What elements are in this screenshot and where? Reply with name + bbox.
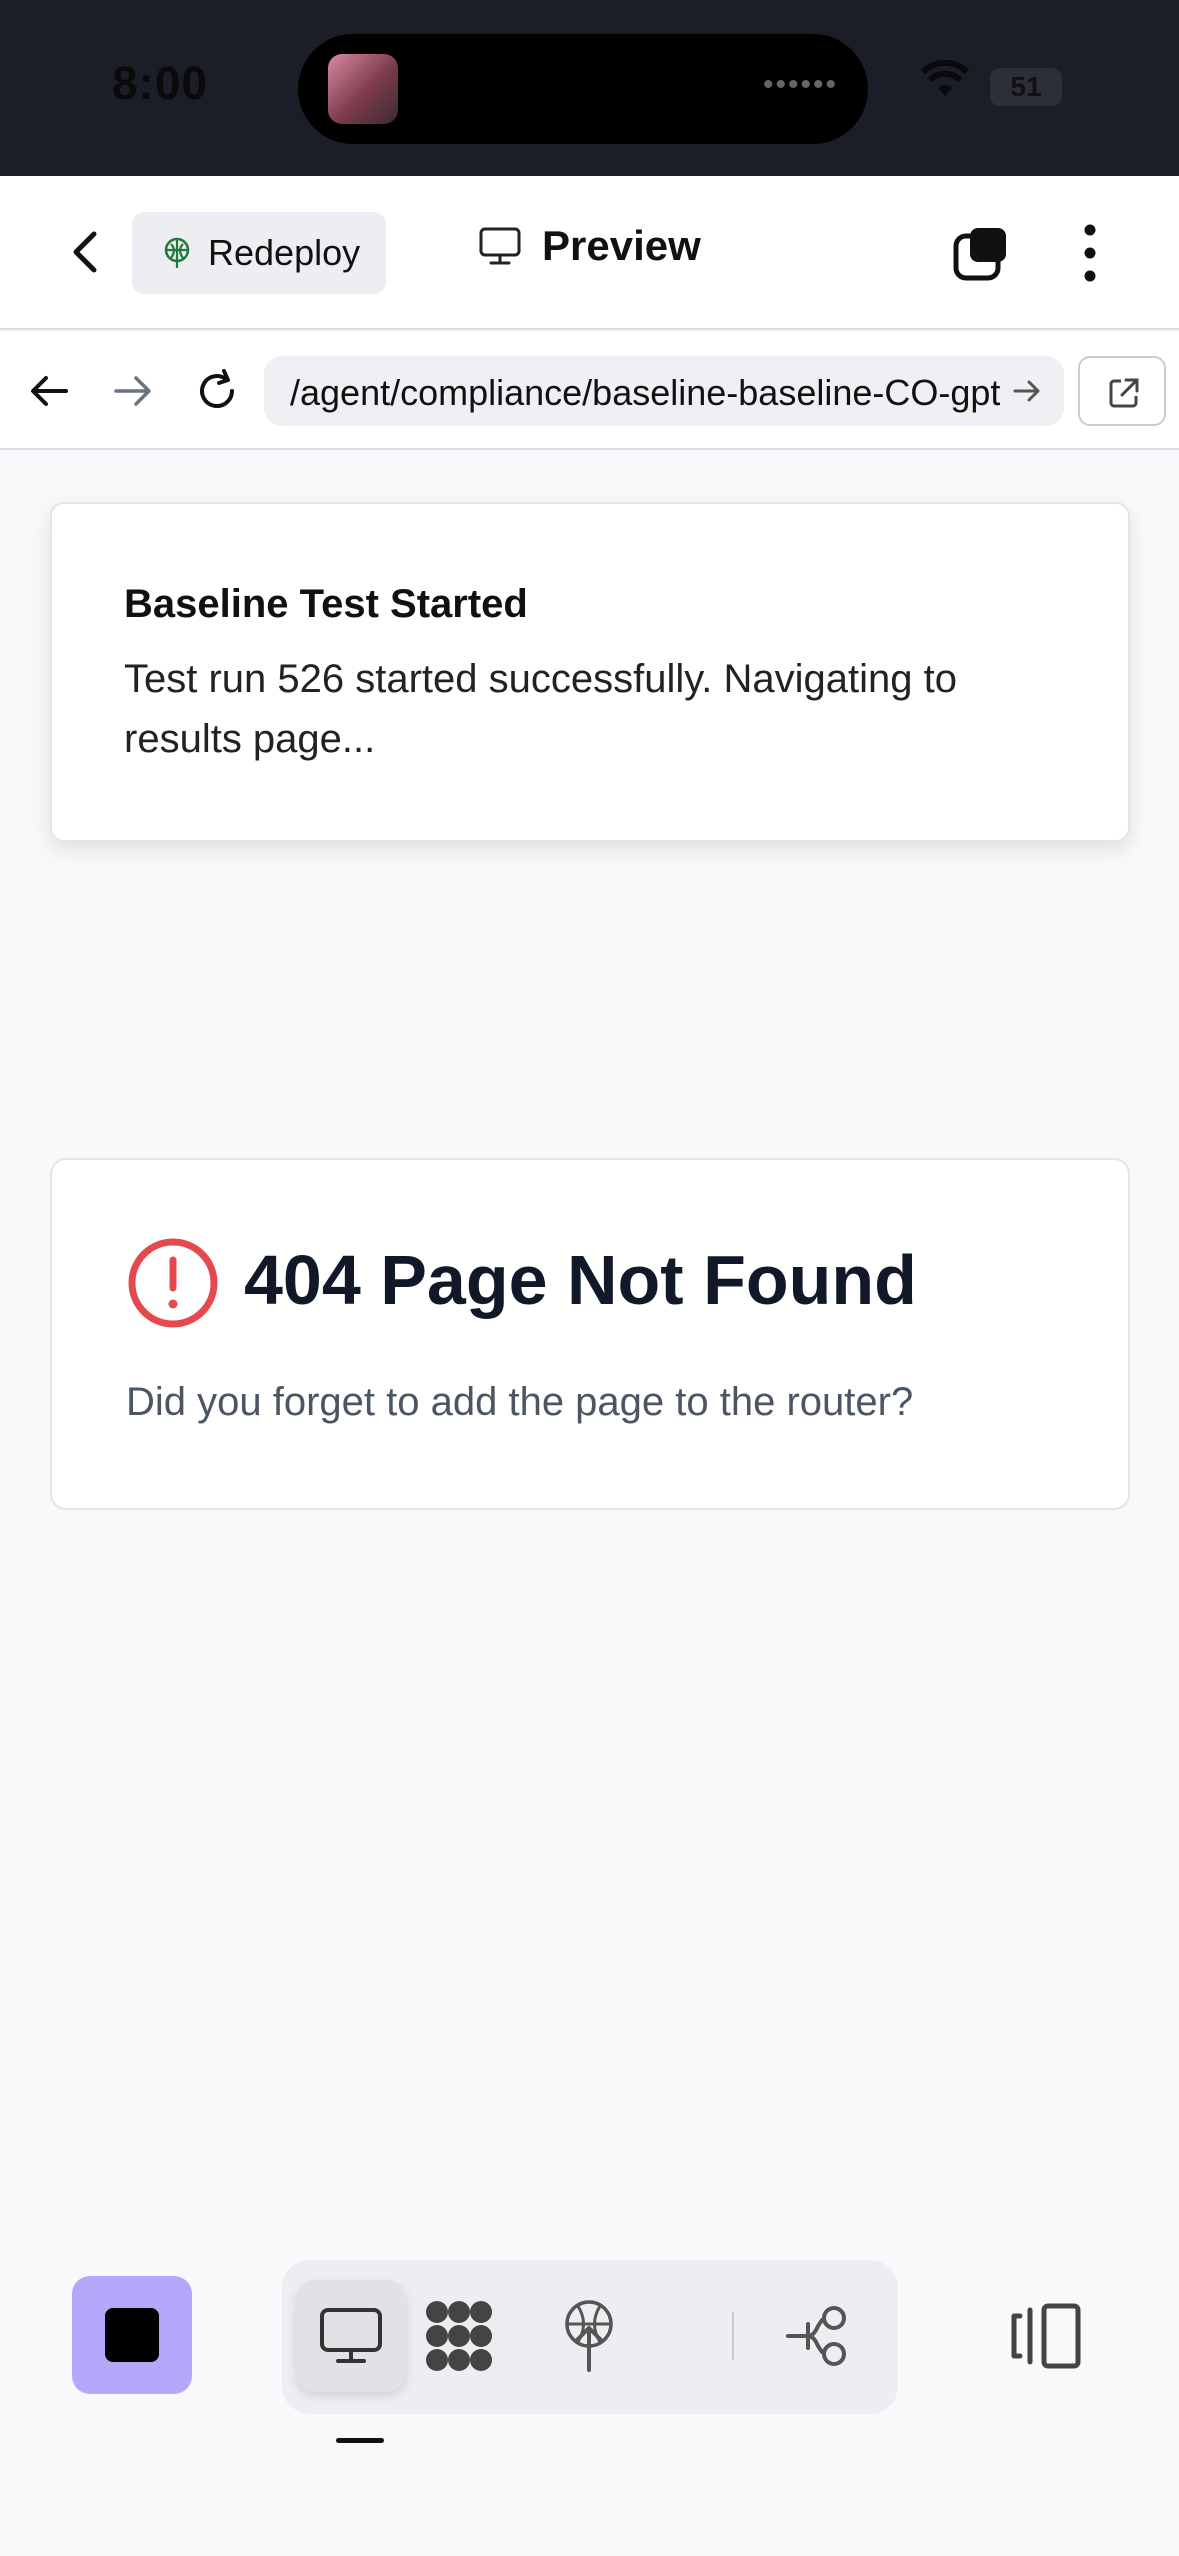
alert-circle-icon (128, 1238, 218, 1328)
now-playing-thumbnail (328, 54, 398, 124)
preview-tab[interactable]: Preview (478, 222, 701, 270)
toast-message: Test run 526 started successfully. Navig… (124, 657, 958, 761)
deploy-icon (565, 2300, 613, 2372)
toolbar-deploy-button[interactable] (534, 2280, 644, 2392)
not-found-card: 404 Page Not Found Did you forget to add… (50, 1158, 1130, 1510)
redeploy-button[interactable]: Redeploy (132, 212, 386, 294)
island-dots: •••••• (762, 68, 838, 101)
panel-icon[interactable] (1006, 2300, 1086, 2372)
reload-icon[interactable] (192, 366, 242, 416)
dynamic-island: •••••• (298, 34, 868, 144)
go-arrow-icon[interactable] (1010, 374, 1044, 408)
battery-indicator: 51 (990, 68, 1062, 106)
toast-notification: Baseline Test Started Test run 526 start… (50, 502, 1130, 842)
wifi-icon (920, 60, 970, 96)
status-bar: 8:00 •••••• 51 (0, 0, 1179, 176)
stop-button[interactable] (72, 2276, 192, 2394)
open-external-button[interactable] (1078, 356, 1166, 426)
browser-bar: /agent/compliance/baseline-baseline-CO-g… (0, 332, 1179, 450)
app-header: Redeploy Preview (0, 176, 1179, 330)
tabs-icon[interactable] (952, 224, 1012, 284)
url-text: /agent/compliance/baseline-baseline-CO-g… (290, 372, 1000, 413)
monitor-icon (320, 2308, 382, 2363)
bottom-toolbar (282, 2260, 898, 2414)
workflow-icon (786, 2306, 846, 2366)
toolbar-workflow-button[interactable] (764, 2280, 874, 2392)
status-time: 8:00 (112, 57, 209, 109)
preview-label: Preview (542, 222, 701, 269)
back-icon[interactable] (56, 222, 116, 282)
globe-icon (164, 237, 190, 268)
monitor-icon (479, 227, 521, 265)
url-field[interactable]: /agent/compliance/baseline-baseline-CO-g… (264, 356, 1064, 426)
more-icon[interactable] (1070, 220, 1110, 286)
toolbar-components-button[interactable] (404, 2280, 514, 2392)
active-tab-indicator (336, 2438, 384, 2443)
dots-grid-icon (426, 2301, 492, 2371)
toolbar-preview-button[interactable] (296, 2280, 406, 2392)
arrow-right-icon[interactable] (108, 366, 158, 416)
toolbar-divider (732, 2312, 734, 2360)
redeploy-label: Redeploy (208, 232, 361, 273)
not-found-subtitle: Did you forget to add the page to the ro… (126, 1380, 914, 1424)
toast-title: Baseline Test Started (124, 582, 528, 626)
not-found-title: 404 Page Not Found (244, 1241, 917, 1319)
arrow-left-icon[interactable] (24, 366, 74, 416)
external-link-icon (1109, 378, 1139, 408)
stop-icon (105, 2308, 159, 2362)
